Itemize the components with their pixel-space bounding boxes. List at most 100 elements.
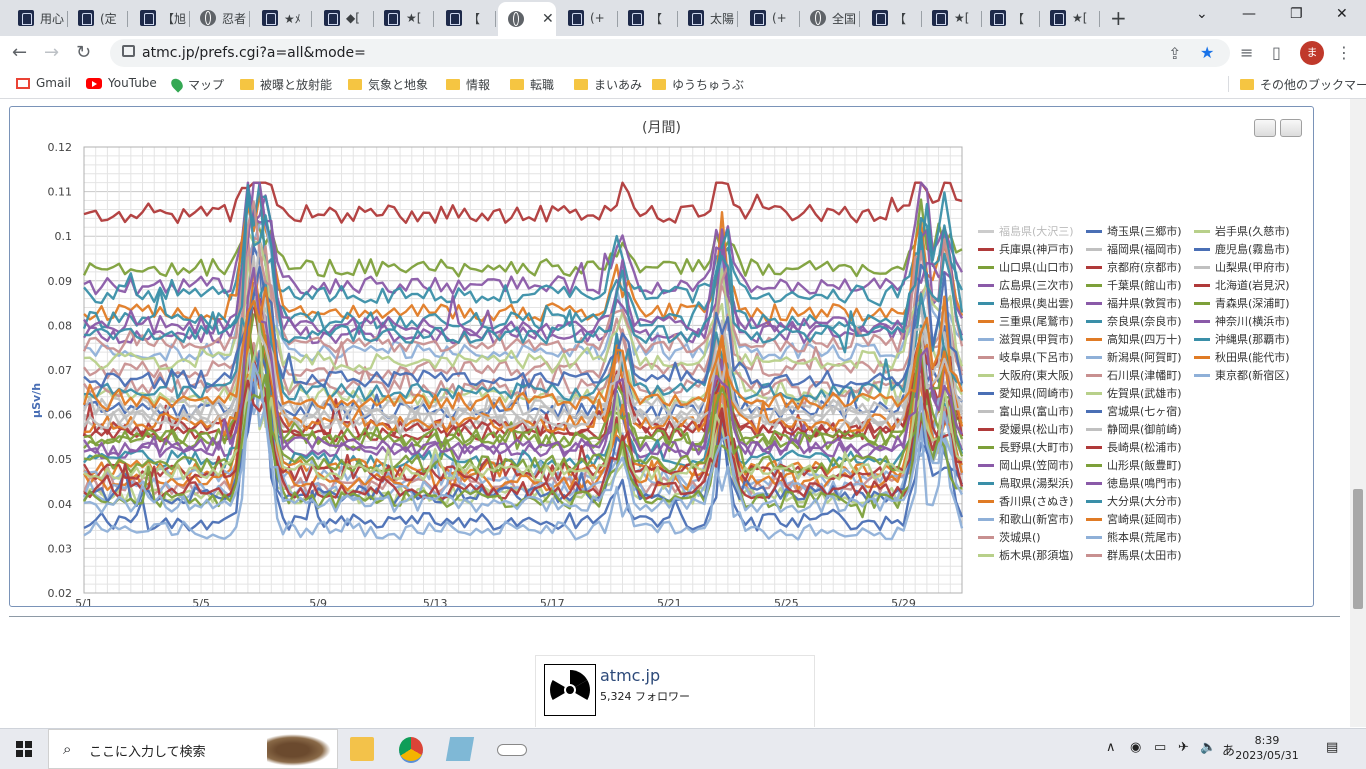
legend-item[interactable]: 青森県(深浦町) — [1194, 295, 1290, 311]
browser-tab[interactable]: 【 — [618, 4, 678, 32]
otter-illustration-icon[interactable] — [267, 734, 331, 766]
legend-item[interactable]: 奈良県(奈良市) — [1086, 313, 1182, 329]
legend-item[interactable]: 愛知県(岡崎市) — [978, 385, 1074, 401]
bookmark-item[interactable]: 被曝と放射能 — [240, 76, 332, 93]
legend-item[interactable]: 神奈川(横浜市) — [1194, 313, 1290, 329]
legend-item[interactable]: 三重県(尾鷲市) — [978, 313, 1074, 329]
browser-tab[interactable]: (+ — [558, 4, 618, 32]
legend-item[interactable]: 大分県(大分市) — [1086, 493, 1182, 509]
legend-item[interactable]: 東京都(新宿区) — [1194, 367, 1290, 383]
tab-search-chevron-icon[interactable]: ⌄ — [1196, 6, 1208, 22]
legend-item[interactable]: 佐賀県(武雄市) — [1086, 385, 1182, 401]
browser-tab[interactable]: 【旭 — [130, 4, 190, 32]
webcam-icon[interactable]: ◉ — [1130, 740, 1141, 755]
legend-item[interactable]: 鳥取県(湯梨浜) — [978, 475, 1074, 491]
taskbar-search-placeholder[interactable]: ここに入力して検索 — [89, 741, 206, 760]
legend-item[interactable]: 栃木県(那須塩) — [978, 547, 1074, 563]
legend-item[interactable]: 広島県(三次市) — [978, 277, 1074, 293]
browser-tab[interactable]: (+ — [740, 4, 800, 32]
legend-item[interactable]: 山梨県(甲府市) — [1194, 259, 1290, 275]
legend-item[interactable]: 岩手県(久慈市) — [1194, 223, 1290, 239]
follow-widget[interactable]: atmc.jp 5,324 フォロワー — [535, 655, 815, 727]
legend-item[interactable]: 大阪府(東大阪) — [978, 367, 1074, 383]
legend-item[interactable]: 島根県(奥出雲) — [978, 295, 1074, 311]
browser-tab[interactable]: 【 — [862, 4, 922, 32]
notification-icon[interactable]: ▤ — [1326, 740, 1338, 755]
scrollbar-thumb[interactable] — [1353, 489, 1363, 609]
legend-item[interactable]: 長崎県(松浦市) — [1086, 439, 1182, 455]
legend-item[interactable]: 福島県(大沢三) — [978, 223, 1074, 239]
legend-item[interactable]: 静岡県(御前崎) — [1086, 421, 1182, 437]
legend-item[interactable]: 宮崎県(延岡市) — [1086, 511, 1182, 527]
file-explorer-icon[interactable] — [350, 737, 374, 761]
other-bookmarks-folder[interactable]: その他のブックマーク — [1240, 76, 1366, 93]
download-icon[interactable] — [1280, 119, 1302, 137]
tray-chevron-up-icon[interactable]: ∧ — [1106, 740, 1116, 755]
browser-tab[interactable]: 【 — [980, 4, 1040, 32]
system-clock[interactable]: 8:39 2023/05/31 — [1232, 733, 1302, 763]
close-tab-icon[interactable]: ✕ — [542, 11, 554, 27]
legend-item[interactable]: 鹿児島(霧島市) — [1194, 241, 1290, 257]
legend-item[interactable]: 山形県(飯豊町) — [1086, 457, 1182, 473]
legend-item[interactable]: 宮城県(七ヶ宿) — [1086, 403, 1182, 419]
browser-tab[interactable]: ★[ — [922, 4, 982, 32]
legend-item[interactable]: 高知県(四万十) — [1086, 331, 1182, 347]
legend-item[interactable]: 熊本県(荒尾市) — [1086, 529, 1182, 545]
new-tab-button[interactable]: + — [1110, 6, 1127, 30]
taskbar-search-box[interactable]: ⌕ ここに入力して検索 — [48, 729, 338, 769]
bookmark-item[interactable]: マップ — [168, 76, 224, 93]
legend-item[interactable]: 長野県(大町市) — [978, 439, 1074, 455]
legend-item[interactable]: 徳島県(鳴門市) — [1086, 475, 1182, 491]
page-scrollbar[interactable] — [1350, 99, 1366, 727]
browser-tab[interactable]: 全国 — [800, 4, 860, 32]
browser-tab[interactable]: ◆[ — [314, 4, 374, 32]
legend-item[interactable]: 埼玉県(三郷市) — [1086, 223, 1182, 239]
lock-icon[interactable] — [122, 45, 135, 57]
bookmark-item[interactable]: 気象と地象 — [348, 76, 428, 93]
back-arrow-icon[interactable]: ← — [12, 42, 27, 63]
legend-item[interactable]: 愛媛県(松山市) — [978, 421, 1074, 437]
legend-item[interactable]: 岡山県(笠岡市) — [978, 457, 1074, 473]
profile-avatar[interactable]: ま — [1300, 41, 1324, 65]
legend-item[interactable]: 香川県(さぬき) — [978, 493, 1073, 509]
legend-item[interactable]: 石川県(津幡町) — [1086, 367, 1182, 383]
radiation-logo-icon[interactable] — [544, 664, 596, 716]
legend-item[interactable]: 群馬県(太田市) — [1086, 547, 1182, 563]
menu-kebab-icon[interactable]: ⋮ — [1336, 43, 1352, 62]
bookmark-item[interactable]: 転職 — [510, 76, 554, 93]
legend-item[interactable]: 新潟県(阿賀町) — [1086, 349, 1182, 365]
url-text[interactable]: atmc.jp/prefs.cgi?a=all&mode= — [142, 45, 366, 61]
browser-tab[interactable]: ★[ — [1040, 4, 1100, 32]
bookmark-item[interactable]: YouTube — [86, 76, 157, 90]
bookmark-item[interactable]: まいあみ — [574, 76, 642, 93]
side-panel-icon[interactable]: ▯ — [1272, 43, 1281, 62]
chrome-taskbar-icon[interactable] — [399, 737, 423, 763]
legend-item[interactable]: 兵庫県(神戸市) — [978, 241, 1074, 257]
browser-tab[interactable]: (定 — [68, 4, 128, 32]
browser-tab[interactable]: 太陽 — [678, 4, 738, 32]
legend-item[interactable]: 岐阜県(下呂市) — [978, 349, 1074, 365]
restore-icon[interactable]: ❐ — [1290, 6, 1303, 22]
browser-tab[interactable]: ★ﾒ — [252, 4, 312, 32]
volume-icon[interactable]: 🔈 — [1200, 740, 1216, 755]
browser-tab[interactable]: 【 — [436, 4, 496, 32]
legend-item[interactable]: 山口県(山口市) — [978, 259, 1074, 275]
browser-tab[interactable]: 用心 — [8, 4, 68, 32]
browser-tab[interactable]: 忍者 — [190, 4, 250, 32]
follow-account-name[interactable]: atmc.jp — [600, 666, 660, 685]
legend-item[interactable]: 京都府(京都市) — [1086, 259, 1182, 275]
bookmark-item[interactable]: ゆうちゅうぶ — [652, 76, 744, 93]
bookmark-item[interactable]: 情報 — [446, 76, 490, 93]
legend-item[interactable]: 茨城県() — [978, 529, 1041, 545]
app-taskbar-icon[interactable] — [445, 737, 475, 761]
legend-item[interactable]: 秋田県(能代市) — [1194, 349, 1290, 365]
battery-icon[interactable]: ▭ — [1154, 740, 1166, 755]
browser-tab[interactable]: ✕ — [498, 2, 556, 36]
legend-item[interactable]: 千葉県(館山市) — [1086, 277, 1182, 293]
airplane-app-icon[interactable] — [497, 744, 527, 756]
forward-arrow-icon[interactable]: → — [44, 42, 59, 63]
share-icon[interactable]: ⇪ — [1168, 44, 1181, 63]
legend-item[interactable]: 滋賀県(甲賀市) — [978, 331, 1074, 347]
print-icon[interactable] — [1254, 119, 1276, 137]
bookmark-item[interactable]: Gmail — [16, 76, 71, 90]
